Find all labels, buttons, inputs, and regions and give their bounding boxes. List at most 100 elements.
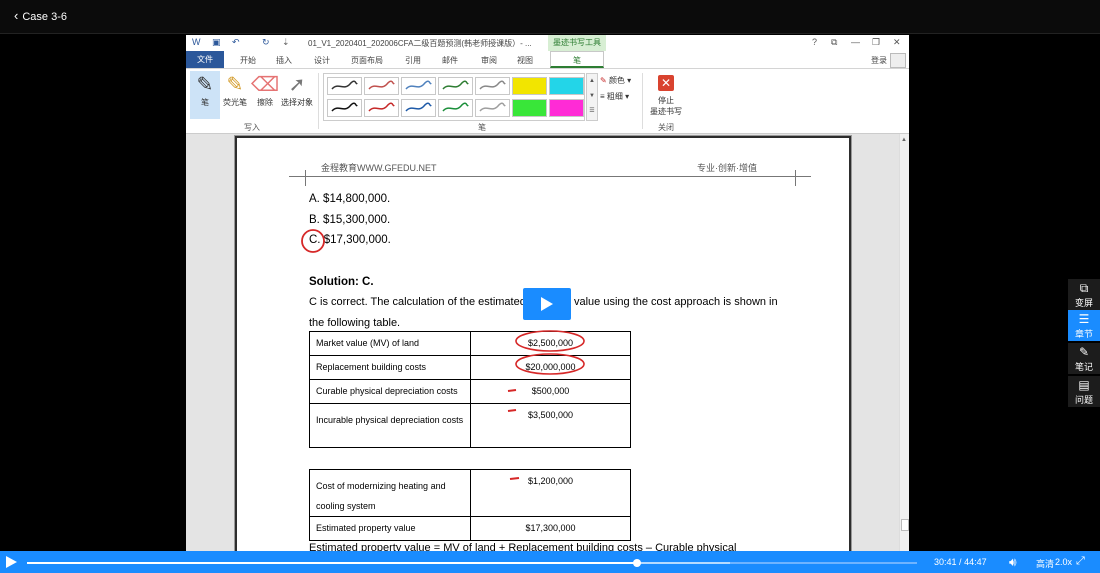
chevron-up-icon[interactable]: ▲: [901, 137, 907, 143]
scrollbar-thumb[interactable]: [901, 519, 909, 531]
quality-selector[interactable]: 高清: [1036, 557, 1054, 570]
table-cell: $3,500,000: [470, 403, 631, 448]
tab-design[interactable]: 设计: [314, 55, 330, 66]
table-cell: $1,200,000: [470, 469, 631, 517]
stop-inking-label-2: 墨迹书写: [650, 107, 682, 116]
save-icon[interactable]: ▣: [212, 37, 221, 48]
chevron-down-icon[interactable]: ▼: [587, 89, 597, 104]
help-button[interactable]: ?: [812, 37, 817, 47]
pen-icon: ✎: [196, 74, 214, 96]
tab-view[interactable]: 视图: [517, 55, 533, 66]
total-time: 44:47: [964, 557, 987, 567]
eraser-tool-button[interactable]: ⌫ 擦除: [250, 71, 280, 119]
close-button[interactable]: ✕: [893, 37, 901, 48]
chevron-up-icon[interactable]: ▲: [587, 74, 597, 89]
document-title: 01_V1_2020401_202006CFA二级百题预测(韩老师授课版）- .…: [308, 39, 532, 48]
sign-in-link[interactable]: 登录: [871, 55, 887, 66]
pencil-icon: ✎: [1078, 345, 1090, 359]
divider: [318, 73, 319, 129]
answer-c: C. $17,300,000.: [309, 234, 391, 246]
tab-review[interactable]: 审阅: [481, 55, 497, 66]
highlighter-swatch[interactable]: [549, 77, 584, 95]
thickness-label: 粗细: [606, 92, 623, 101]
progress-handle[interactable]: [632, 559, 641, 567]
highlighter-tool-button[interactable]: ✎ 荧光笔: [220, 71, 250, 119]
undo-icon[interactable]: ↶: [232, 37, 240, 48]
header-right: 专业·创新·增值: [697, 163, 757, 173]
pen-swatch[interactable]: [475, 77, 510, 95]
highlighter-swatch[interactable]: [512, 77, 547, 95]
table-cell: Estimated property value: [309, 516, 471, 541]
side-notes-button[interactable]: ✎ 笔记: [1068, 343, 1100, 374]
document-page: 金程教育WWW.GFEDU.NET 专业·创新·增值 A. $14,800,00…: [235, 136, 851, 551]
table-cell: Market value (MV) of land: [309, 331, 471, 356]
table-cell: Cost of modernizing heating and cooling …: [309, 469, 471, 517]
side-label: 笔记: [1074, 362, 1093, 372]
pen-swatch[interactable]: [475, 99, 510, 117]
restore-button[interactable]: ❐: [872, 37, 880, 48]
play-overlay-button[interactable]: [523, 288, 571, 320]
tab-pen[interactable]: 笔: [550, 51, 604, 68]
speed-selector[interactable]: 2.0x: [1055, 557, 1072, 567]
tab-page-layout[interactable]: 页面布局: [351, 55, 383, 66]
ink-tools-contextual-tab: 墨迹书写工具: [548, 35, 606, 51]
side-switch-screen-button[interactable]: ⧉ 变屏: [1068, 279, 1100, 310]
cost-table-2: Cost of modernizing heating and cooling …: [309, 469, 631, 541]
gallery-scroll[interactable]: ▲ ▼ ☰: [586, 73, 598, 121]
played-bar: [27, 562, 637, 564]
fullscreen-icon[interactable]: ⤢: [1076, 555, 1085, 568]
tab-insert[interactable]: 插入: [276, 55, 292, 66]
side-questions-button[interactable]: ▤ 问题: [1068, 376, 1100, 407]
color-label: 颜色: [608, 76, 625, 85]
gallery-more-icon[interactable]: ☰: [587, 104, 597, 119]
pen-swatch[interactable]: [327, 99, 362, 117]
window-switch-icon: ⧉: [1079, 281, 1089, 295]
pen-swatch[interactable]: [364, 99, 399, 117]
document-area: 金程教育WWW.GFEDU.NET 专业·创新·增值 A. $14,800,00…: [186, 134, 909, 551]
select-objects-label: 选择对象: [281, 98, 313, 107]
pen-swatch[interactable]: [438, 77, 473, 95]
tab-file[interactable]: 文件: [186, 51, 224, 68]
select-objects-button[interactable]: ➚ 选择对象: [280, 71, 314, 119]
table-cell: $17,300,000: [470, 516, 631, 541]
pen-swatch[interactable]: [401, 99, 436, 117]
cost-table: Market value (MV) of land $2,500,000 Repl…: [309, 331, 631, 448]
avatar[interactable]: [890, 53, 906, 68]
stop-inking-label: 停止: [658, 96, 674, 105]
pen-swatch[interactable]: [438, 99, 473, 117]
ribbon-display-button[interactable]: ⧉: [831, 37, 837, 48]
volume-icon[interactable]: 🔊︎: [1009, 555, 1017, 570]
play-icon[interactable]: [6, 556, 17, 568]
vertical-scrollbar[interactable]: ▲: [899, 134, 909, 551]
write-group-label: 写入: [244, 123, 260, 132]
highlighter-swatch[interactable]: [549, 99, 584, 117]
solution-heading: Solution: C.: [309, 276, 374, 288]
crop-mark: [795, 170, 796, 186]
word-logo-icon: W: [192, 37, 201, 47]
pen-swatch[interactable]: [401, 77, 436, 95]
tab-home[interactable]: 开始: [240, 55, 256, 66]
quick-access-menu-icon[interactable]: ⇣: [282, 37, 290, 48]
tab-mailings[interactable]: 邮件: [442, 55, 458, 66]
close-group-label: 关闭: [658, 123, 674, 132]
tab-references[interactable]: 引用: [405, 55, 421, 66]
color-dropdown[interactable]: ✎ 颜色 ▾: [600, 75, 631, 86]
table-row: Curable physical depreciation costs $500,…: [309, 379, 631, 404]
highlighter-swatch[interactable]: [512, 99, 547, 117]
divider: [0, 33, 1100, 34]
table-cell: $20,000,000: [470, 355, 631, 380]
pen-swatch[interactable]: [364, 77, 399, 95]
pen-tool-button[interactable]: ✎ 笔: [190, 71, 220, 119]
progress-track[interactable]: [27, 559, 917, 567]
crop-mark: [795, 176, 811, 177]
pen-swatch[interactable]: [327, 77, 362, 95]
answer-b: B. $15,300,000.: [309, 214, 391, 226]
back-button[interactable]: ‹ Case 3-6: [14, 8, 67, 23]
player-top-bar: ‹ Case 3-6: [0, 0, 1100, 33]
thickness-dropdown[interactable]: ≡ 粗细 ▾: [600, 91, 629, 102]
minimize-button[interactable]: —: [851, 37, 860, 47]
table-row: Incurable physical depreciation costs $3,…: [309, 403, 631, 448]
side-chapters-button[interactable]: ☰ 章节: [1068, 310, 1100, 341]
redo-icon[interactable]: ↻: [262, 37, 270, 48]
stop-inking-button[interactable]: ✕ 停止 墨迹书写: [648, 75, 684, 117]
